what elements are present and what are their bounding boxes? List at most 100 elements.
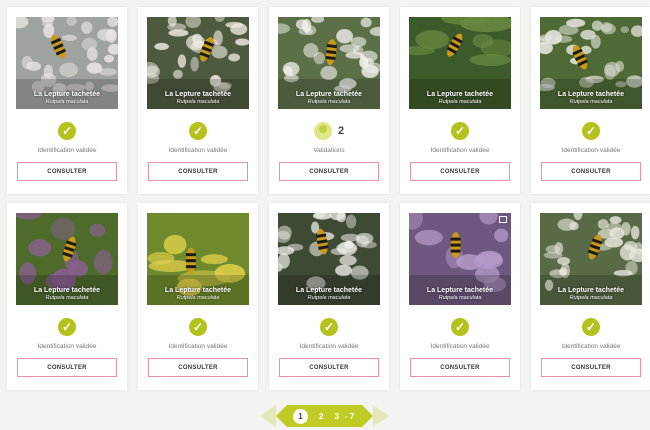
observation-thumbnail[interactable]: La Lepture tachetée Rutpela maculata (147, 17, 249, 109)
species-scientific-name: Rutpela maculata (438, 294, 482, 301)
consult-button[interactable]: CONSULTER (541, 358, 641, 377)
observation-card: La Lepture tachetée Rutpela maculata ✓ Iden… (531, 7, 650, 194)
validation-icon (313, 121, 332, 140)
status-label: Identification validée (168, 343, 228, 350)
species-scientific-name: Rutpela maculata (569, 294, 613, 301)
status-indicator: ✓ (582, 121, 600, 140)
species-scientific-name: Rutpela maculata (45, 294, 89, 301)
status-indicator: 2 (313, 121, 345, 140)
status-label: Identification validée (561, 147, 621, 154)
species-scientific-name: Rutpela maculata (176, 294, 220, 301)
page-link[interactable]: 3 (334, 412, 338, 421)
species-caption: La Lepture tachetée Rutpela maculata (278, 91, 380, 105)
status-label: Identification validée (37, 147, 97, 154)
species-name: La Lepture tachetée (33, 287, 101, 295)
observation-thumbnail[interactable]: La Lepture tachetée Rutpela maculata (278, 213, 380, 305)
check-icon: ✓ (58, 121, 76, 140)
page-link[interactable]: 2 (319, 412, 323, 421)
pagination-bar-edge (276, 405, 287, 427)
observation-thumbnail[interactable]: La Lepture tachetée Rutpela maculata (540, 17, 642, 109)
status-label: Identification validée (299, 343, 359, 350)
status-indicator: ✓ (189, 121, 207, 140)
observation-thumbnail[interactable]: La Lepture tachetée Rutpela maculata (278, 17, 380, 109)
species-scientific-name: Rutpela maculata (307, 98, 351, 105)
status-indicator: ✓ (582, 317, 600, 336)
check-icon: ✓ (451, 121, 469, 140)
check-icon: ✓ (189, 121, 207, 140)
species-caption: La Lepture tachetée Rutpela maculata (409, 287, 511, 301)
species-scientific-name: Rutpela maculata (45, 98, 89, 105)
consult-button[interactable]: CONSULTER (17, 162, 117, 181)
species-scientific-name: Rutpela maculata (569, 98, 613, 105)
observation-card: La Lepture tachetée Rutpela maculata ✓ Iden… (7, 203, 127, 390)
consult-button[interactable]: CONSULTER (541, 162, 641, 181)
consult-button[interactable]: CONSULTER (279, 358, 379, 377)
observation-thumbnail[interactable]: La Lepture tachetée Rutpela maculata (147, 213, 249, 305)
pagination-bar: 1 2 3 - 7 (287, 405, 363, 427)
expand-icon[interactable] (499, 216, 507, 223)
observation-thumbnail[interactable]: La Lepture tachetée Rutpela maculata (540, 213, 642, 305)
species-name: La Lepture tachetée (33, 91, 101, 99)
pagination-bar-edge (362, 405, 374, 427)
species-caption: La Lepture tachetée Rutpela maculata (147, 287, 249, 301)
consult-button[interactable]: CONSULTER (148, 358, 248, 377)
species-name: La Lepture tachetée (426, 91, 494, 99)
check-icon: ✓ (451, 317, 469, 336)
observation-card: La Lepture tachetée Rutpela maculata 2 Vali… (269, 7, 389, 194)
observation-card: La Lepture tachetée Rutpela maculata ✓ Iden… (269, 203, 389, 390)
observation-card: La Lepture tachetée Rutpela maculata ✓ Iden… (400, 203, 520, 390)
check-icon: ✓ (320, 317, 338, 336)
observation-card: La Lepture tachetée Rutpela maculata ✓ Iden… (138, 203, 258, 390)
species-caption: La Lepture tachetée Rutpela maculata (409, 91, 511, 105)
status-indicator: ✓ (58, 317, 76, 336)
species-caption: La Lepture tachetée Rutpela maculata (16, 91, 118, 105)
status-label: Identification validée (561, 343, 621, 350)
consult-button[interactable]: CONSULTER (148, 162, 248, 181)
consult-button[interactable]: CONSULTER (279, 162, 379, 181)
observation-thumbnail[interactable]: La Lepture tachetée Rutpela maculata (16, 213, 118, 305)
consult-button[interactable]: CONSULTER (410, 162, 510, 181)
status-indicator: ✓ (451, 317, 469, 336)
species-name: La Lepture tachetée (426, 287, 494, 295)
species-name: La Lepture tachetée (295, 91, 363, 99)
observation-thumbnail[interactable]: La Lepture tachetée Rutpela maculata (409, 17, 511, 109)
status-indicator: ✓ (451, 121, 469, 140)
species-caption: La Lepture tachetée Rutpela maculata (540, 287, 642, 301)
species-name: La Lepture tachetée (295, 287, 363, 295)
validation-count: 2 (337, 124, 345, 137)
observation-thumbnail[interactable]: La Lepture tachetée Rutpela maculata (16, 17, 118, 109)
observation-grid: La Lepture tachetée Rutpela maculata ✓ Iden… (7, 7, 650, 390)
species-scientific-name: Rutpela maculata (438, 98, 482, 105)
species-name: La Lepture tachetée (164, 287, 232, 295)
species-scientific-name: Rutpela maculata (176, 98, 220, 105)
page-link[interactable]: - 7 (345, 412, 354, 421)
status-label: Validations (313, 147, 345, 154)
check-icon: ✓ (582, 121, 600, 140)
consult-button[interactable]: CONSULTER (410, 358, 510, 377)
pagination: 1 2 3 - 7 (260, 405, 390, 427)
status-label: Identification validée (37, 343, 97, 350)
species-scientific-name: Rutpela maculata (307, 294, 351, 301)
observation-card: La Lepture tachetée Rutpela maculata ✓ Iden… (7, 7, 127, 194)
current-page[interactable]: 1 (293, 408, 308, 424)
status-indicator: ✓ (58, 121, 76, 140)
species-caption: La Lepture tachetée Rutpela maculata (16, 287, 118, 301)
observation-card: La Lepture tachetée Rutpela maculata ✓ Iden… (138, 7, 258, 194)
next-page-arrow[interactable] (373, 405, 390, 427)
observation-card: La Lepture tachetée Rutpela maculata ✓ Iden… (400, 7, 520, 194)
status-label: Identification validée (168, 147, 228, 154)
check-icon: ✓ (582, 317, 600, 336)
check-icon: ✓ (58, 317, 76, 336)
species-caption: La Lepture tachetée Rutpela maculata (278, 287, 380, 301)
species-name: La Lepture tachetée (557, 91, 625, 99)
observation-thumbnail[interactable]: La Lepture tachetée Rutpela maculata (409, 213, 511, 305)
check-icon: ✓ (189, 317, 207, 336)
status-label: Identification validée (430, 343, 490, 350)
status-indicator: ✓ (320, 317, 338, 336)
species-caption: La Lepture tachetée Rutpela maculata (147, 91, 249, 105)
species-caption: La Lepture tachetée Rutpela maculata (540, 91, 642, 105)
consult-button[interactable]: CONSULTER (17, 358, 117, 377)
observation-card: La Lepture tachetée Rutpela maculata ✓ Iden… (531, 203, 650, 390)
status-label: Identification validée (430, 147, 490, 154)
prev-page-arrow[interactable] (260, 405, 276, 427)
